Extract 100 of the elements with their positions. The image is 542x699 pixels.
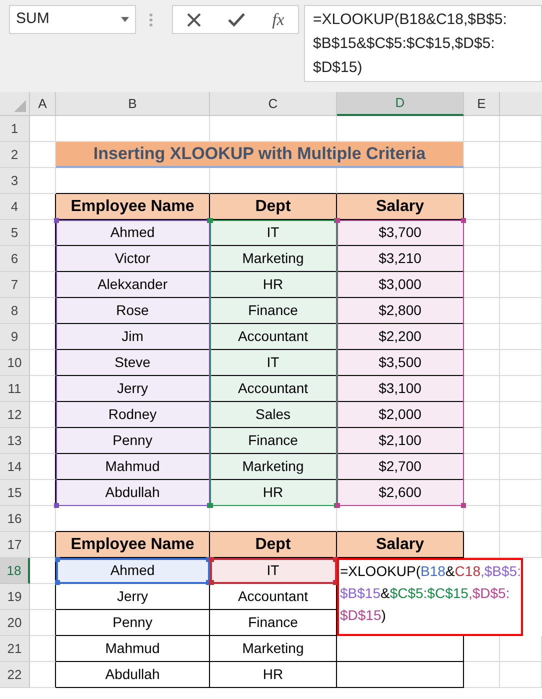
row-header[interactable]: 12: [0, 402, 30, 428]
spreadsheet-cell[interactable]: $2,100: [337, 428, 464, 454]
spreadsheet-cell[interactable]: Ahmed: [56, 220, 210, 246]
row-header[interactable]: 16: [0, 506, 30, 532]
spreadsheet-cell[interactable]: Mahmud: [56, 636, 210, 662]
spreadsheet-cell[interactable]: Mahmud: [56, 454, 210, 480]
spreadsheet-cell[interactable]: Penny: [56, 610, 210, 636]
spreadsheet-cell[interactable]: Steve: [56, 350, 210, 376]
name-box[interactable]: SUM: [9, 5, 136, 34]
spreadsheet-cell[interactable]: [30, 272, 56, 298]
spreadsheet-cell[interactable]: HR: [210, 272, 337, 298]
row-header[interactable]: 15: [0, 480, 30, 506]
row-header[interactable]: 19: [0, 584, 30, 610]
row-header[interactable]: 7: [0, 272, 30, 298]
column-heading-cell[interactable]: Employee Name: [56, 194, 210, 220]
spreadsheet-cell[interactable]: Sales: [210, 402, 337, 428]
row-header[interactable]: 8: [0, 298, 30, 324]
row-header[interactable]: 5: [0, 220, 30, 246]
column-header[interactable]: C: [210, 92, 337, 116]
spreadsheet-cell[interactable]: Jerry: [56, 584, 210, 610]
spreadsheet-cell[interactable]: [337, 636, 464, 662]
spreadsheet-cell[interactable]: $3,700: [337, 220, 464, 246]
spreadsheet-cell[interactable]: Victor: [56, 246, 210, 272]
row-header[interactable]: 4: [0, 194, 30, 220]
spreadsheet-cell[interactable]: IT: [210, 220, 337, 246]
spreadsheet-cell[interactable]: $3,500: [337, 350, 464, 376]
spreadsheet-cell[interactable]: Penny: [56, 428, 210, 454]
drag-handle-icon[interactable]: [149, 13, 153, 27]
spreadsheet-cell[interactable]: $2,600: [337, 480, 464, 506]
spreadsheet-cell[interactable]: Accountant: [210, 376, 337, 402]
spreadsheet-cell[interactable]: [30, 428, 56, 454]
spreadsheet-cell[interactable]: [30, 454, 56, 480]
spreadsheet-cell[interactable]: Finance: [210, 298, 337, 324]
row-header[interactable]: 11: [0, 376, 30, 402]
spreadsheet-cell[interactable]: $2,700: [337, 454, 464, 480]
spreadsheet-cell[interactable]: HR: [210, 662, 337, 688]
spreadsheet-cell[interactable]: HR: [210, 480, 337, 506]
cell-formula-editor[interactable]: =XLOOKUP(B18&C18,$B$5: $B$15&$C$5:$C$15,$D$5: $D$15): [337, 558, 523, 636]
row-header[interactable]: 18: [0, 558, 30, 584]
row-header[interactable]: 2: [0, 142, 30, 168]
column-header[interactable]: A: [30, 92, 56, 116]
row-header[interactable]: 21: [0, 636, 30, 662]
select-all-icon[interactable]: [14, 100, 26, 112]
spreadsheet-cell[interactable]: [30, 246, 56, 272]
spreadsheet-cell[interactable]: [30, 610, 56, 636]
spreadsheet-cell[interactable]: Abdullah: [56, 662, 210, 688]
spreadsheet-cell[interactable]: Ahmed: [56, 558, 210, 584]
insert-function-button[interactable]: fx: [272, 6, 284, 32]
spreadsheet-cell[interactable]: [30, 584, 56, 610]
corner-header[interactable]: [0, 92, 30, 116]
spreadsheet-cell[interactable]: [337, 662, 464, 688]
row-header[interactable]: 20: [0, 610, 30, 636]
row-header[interactable]: 10: [0, 350, 30, 376]
spreadsheet-cell[interactable]: $2,800: [337, 298, 464, 324]
column-heading-cell[interactable]: Salary: [337, 532, 464, 558]
spreadsheet-cell[interactable]: Rose: [56, 298, 210, 324]
spreadsheet-cell[interactable]: Rodney: [56, 402, 210, 428]
spreadsheet-cell[interactable]: Accountant: [210, 324, 337, 350]
column-header[interactable]: D: [337, 92, 464, 116]
spreadsheet-cell[interactable]: Finance: [210, 610, 337, 636]
column-header[interactable]: [500, 92, 542, 116]
spreadsheet-cell[interactable]: Marketing: [210, 636, 337, 662]
check-icon[interactable]: [228, 12, 245, 26]
spreadsheet-cell[interactable]: Abdullah: [56, 480, 210, 506]
row-header[interactable]: 22: [0, 662, 30, 688]
row-header[interactable]: 3: [0, 168, 30, 194]
column-heading-cell[interactable]: Dept: [210, 194, 337, 220]
spreadsheet-cell[interactable]: $3,210: [337, 246, 464, 272]
row-header[interactable]: 14: [0, 454, 30, 480]
spreadsheet-cell[interactable]: [30, 402, 56, 428]
spreadsheet-cell[interactable]: Marketing: [210, 454, 337, 480]
column-heading-cell[interactable]: Dept: [210, 532, 337, 558]
column-header[interactable]: B: [56, 92, 210, 116]
row-header[interactable]: 13: [0, 428, 30, 454]
spreadsheet-cell[interactable]: Jim: [56, 324, 210, 350]
row-header[interactable]: 17: [0, 532, 30, 558]
spreadsheet-cell[interactable]: $3,100: [337, 376, 464, 402]
spreadsheet-cell[interactable]: Alekxander: [56, 272, 210, 298]
spreadsheet-cell[interactable]: [30, 636, 56, 662]
spreadsheet-cell[interactable]: $2,000: [337, 402, 464, 428]
cancel-icon[interactable]: [186, 12, 201, 26]
row-header[interactable]: 9: [0, 324, 30, 350]
spreadsheet-cell[interactable]: Marketing: [210, 246, 337, 272]
title-cell[interactable]: Inserting XLOOKUP with Multiple Criteria: [56, 142, 464, 168]
row-header[interactable]: 1: [0, 116, 30, 142]
spreadsheet-cell[interactable]: IT: [210, 558, 337, 584]
spreadsheet-cell[interactable]: IT: [210, 350, 337, 376]
spreadsheet-cell[interactable]: [30, 298, 56, 324]
spreadsheet-cell[interactable]: [30, 376, 56, 402]
spreadsheet-cell[interactable]: Finance: [210, 428, 337, 454]
spreadsheet-cell[interactable]: $3,000: [337, 272, 464, 298]
spreadsheet-cell[interactable]: Jerry: [56, 376, 210, 402]
formula-bar[interactable]: =XLOOKUP(B18&C18,$B$5: $B$15&$C$5:$C$15,$D$5: $D$15): [304, 5, 542, 82]
column-heading-cell[interactable]: Salary: [337, 194, 464, 220]
spreadsheet-cell[interactable]: [30, 324, 56, 350]
column-heading-cell[interactable]: Employee Name: [56, 532, 210, 558]
spreadsheet-cell[interactable]: [30, 350, 56, 376]
spreadsheet-cell[interactable]: [30, 662, 56, 688]
spreadsheet-cell[interactable]: $2,200: [337, 324, 464, 350]
row-header[interactable]: 6: [0, 246, 30, 272]
